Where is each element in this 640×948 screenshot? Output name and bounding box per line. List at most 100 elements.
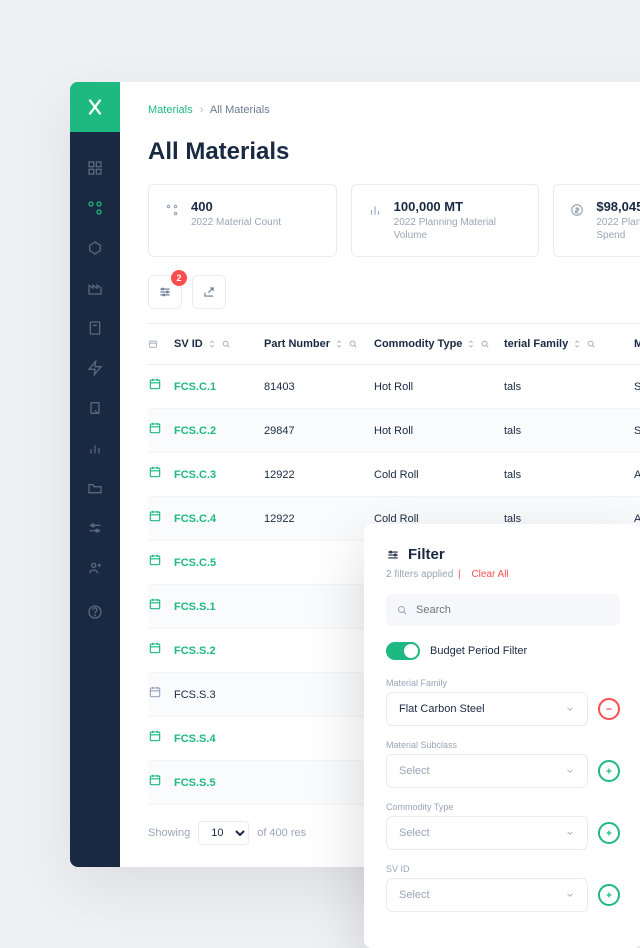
bars-icon <box>366 201 384 219</box>
breadcrumb-root[interactable]: Materials <box>148 104 193 116</box>
row-calendar-icon <box>148 685 174 704</box>
sort-icon <box>466 339 476 349</box>
chevron-down-icon <box>565 828 575 838</box>
sort-icon <box>207 339 217 349</box>
filter-field-label: Material Family <box>386 678 620 688</box>
cell-family: tals <box>504 381 634 393</box>
cell-svid[interactable]: FCS.C.5 <box>174 557 264 569</box>
cell-commodity: Cold Roll <box>374 469 504 481</box>
cell-part: 12922 <box>264 513 374 525</box>
search-icon <box>221 339 231 349</box>
col-commodity[interactable]: Commodity Type <box>374 338 504 350</box>
col-svid[interactable]: SV ID <box>174 338 264 350</box>
col-m[interactable]: M <box>634 338 640 350</box>
cell-part: 12922 <box>264 469 374 481</box>
cell-m: S <box>634 381 640 393</box>
nav-hexagon[interactable] <box>87 240 103 256</box>
filter-field-label: Material Subclass <box>386 740 620 750</box>
toolbar: 2 <box>120 275 640 323</box>
table-row[interactable]: FCS.C.1 81403 Hot Roll tals S <box>148 365 640 409</box>
per-page-select[interactable]: 10 <box>198 821 249 845</box>
row-calendar-icon <box>148 597 174 616</box>
chevron-down-icon <box>565 890 575 900</box>
stat-card: $98,045.982022 Planning Material Spend <box>553 184 640 257</box>
nav-folder[interactable] <box>87 480 103 496</box>
nav-sliders[interactable] <box>87 520 103 536</box>
row-calendar-icon <box>148 421 174 440</box>
cell-m: A <box>634 469 640 481</box>
cell-svid[interactable]: FCS.S.5 <box>174 777 264 789</box>
sort-icon <box>334 339 344 349</box>
row-calendar-icon <box>148 553 174 572</box>
cell-svid[interactable]: FCS.S.4 <box>174 733 264 745</box>
search-icon <box>348 339 358 349</box>
row-calendar-icon <box>148 465 174 484</box>
chevron-down-icon <box>565 704 575 714</box>
stats-row: 4002022 Material Count 100,000 MT2022 Pl… <box>120 184 640 275</box>
filter-field-label: Commodity Type <box>386 802 620 812</box>
search-icon <box>396 604 408 616</box>
nav-factory[interactable] <box>87 280 103 296</box>
search-icon <box>480 339 490 349</box>
filter-panel: Filter 2 filters applied | Clear All Bud… <box>364 524 640 948</box>
cell-family: tals <box>504 469 634 481</box>
breadcrumb: Materials › All Materials <box>120 82 640 124</box>
nodes-icon <box>163 201 181 219</box>
filter-select[interactable]: Flat Carbon Steel <box>386 692 588 726</box>
cell-svid: FCS.S.3 <box>174 689 264 701</box>
filter-select[interactable]: Select <box>386 754 588 788</box>
filter-select[interactable]: Select <box>386 816 588 850</box>
sort-icon <box>572 339 582 349</box>
nav-clipboard[interactable] <box>87 400 103 416</box>
row-calendar-icon <box>148 641 174 660</box>
cell-commodity: Hot Roll <box>374 425 504 437</box>
nav-document[interactable] <box>87 320 103 336</box>
cell-svid[interactable]: FCS.C.3 <box>174 469 264 481</box>
clear-all-button[interactable]: Clear All <box>471 569 508 580</box>
filter-search-input[interactable] <box>386 594 620 626</box>
search-icon <box>586 339 596 349</box>
cell-part: 29847 <box>264 425 374 437</box>
dollar-icon <box>568 201 586 219</box>
cell-part: 81403 <box>264 381 374 393</box>
nav-materials[interactable] <box>87 200 103 216</box>
cell-svid[interactable]: FCS.S.2 <box>174 645 264 657</box>
filter-badge: 2 <box>171 270 187 286</box>
export-button[interactable] <box>192 275 226 309</box>
filter-icon <box>386 548 400 562</box>
nav-help[interactable] <box>87 604 103 620</box>
cell-svid[interactable]: FCS.C.1 <box>174 381 264 393</box>
add-filter-button[interactable] <box>598 884 620 906</box>
nav-users[interactable] <box>87 560 103 576</box>
table-row[interactable]: FCS.C.2 29847 Hot Roll tals S <box>148 409 640 453</box>
col-part[interactable]: Part Number <box>264 338 374 350</box>
nav-chart[interactable] <box>87 440 103 456</box>
breadcrumb-current: All Materials <box>210 104 270 116</box>
filter-select[interactable]: Select <box>386 878 588 912</box>
nav-lightning[interactable] <box>87 360 103 376</box>
sidebar <box>70 82 120 867</box>
filter-title: Filter <box>408 546 445 563</box>
col-family[interactable]: terial Family <box>504 338 634 350</box>
filter-button[interactable]: 2 <box>148 275 182 309</box>
cell-svid[interactable]: FCS.S.1 <box>174 601 264 613</box>
row-calendar-icon <box>148 729 174 748</box>
remove-filter-button[interactable] <box>598 698 620 720</box>
add-filter-button[interactable] <box>598 760 620 782</box>
chevron-down-icon <box>565 766 575 776</box>
row-calendar-icon <box>148 509 174 528</box>
stat-card: 100,000 MT2022 Planning Material Volume <box>351 184 540 257</box>
cell-family: tals <box>504 425 634 437</box>
cell-commodity: Hot Roll <box>374 381 504 393</box>
cell-m: A <box>634 513 640 525</box>
page-title: All Materials <box>120 124 640 184</box>
nav-dashboard[interactable] <box>87 160 103 176</box>
cell-commodity: Cold Roll <box>374 513 504 525</box>
cell-family: tals <box>504 513 634 525</box>
cell-svid[interactable]: FCS.C.4 <box>174 513 264 525</box>
budget-period-toggle[interactable] <box>386 642 420 660</box>
table-row[interactable]: FCS.C.3 12922 Cold Roll tals A <box>148 453 640 497</box>
cell-svid[interactable]: FCS.C.2 <box>174 425 264 437</box>
add-filter-button[interactable] <box>598 822 620 844</box>
logo <box>70 82 120 132</box>
